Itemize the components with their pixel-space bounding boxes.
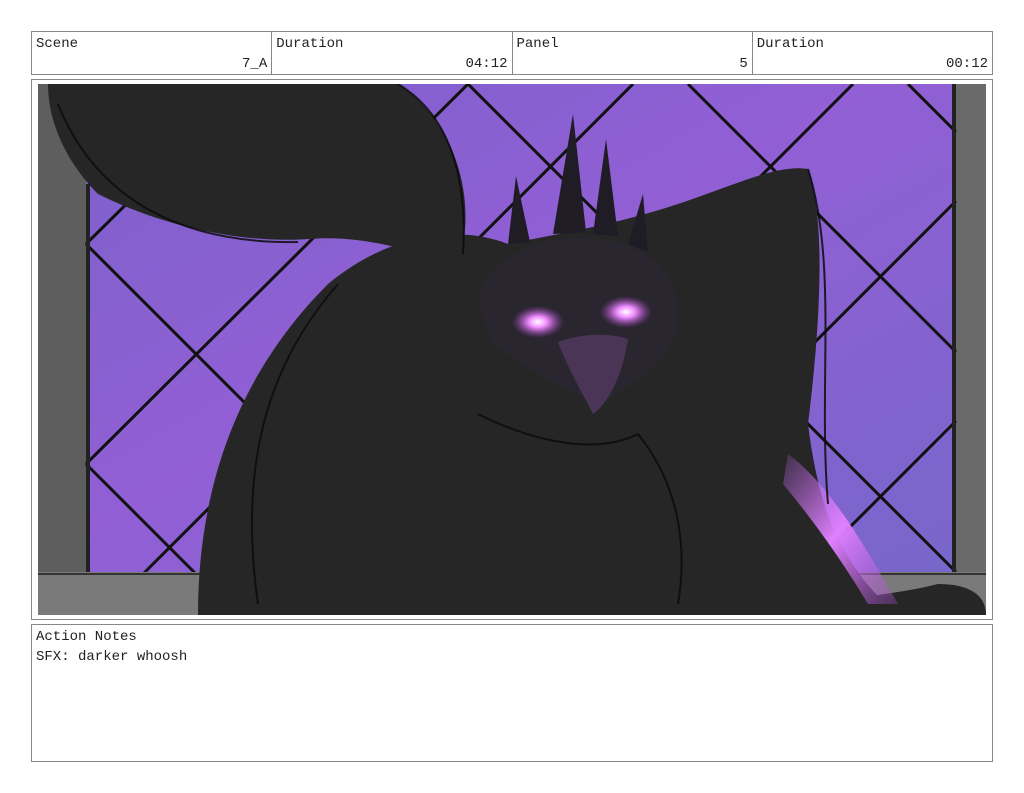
- panel-duration-value: 00:12: [945, 56, 988, 72]
- right-eye-glow: [600, 296, 652, 328]
- action-notes-text: SFX: darker whoosh: [36, 649, 188, 665]
- left-eye-glow: [512, 306, 564, 338]
- scene-label: Scene: [36, 36, 79, 52]
- storyboard-artwork: [38, 82, 986, 616]
- artwork-illustration: [38, 82, 986, 616]
- panel-value: 5: [739, 56, 748, 72]
- panel-duration-cell: Duration 00:12: [753, 32, 992, 74]
- duration-label: Duration: [276, 36, 344, 52]
- panel-duration-label: Duration: [756, 36, 824, 52]
- panel-cell: Panel 5: [513, 32, 753, 74]
- scene-cell: Scene 7_A: [32, 32, 273, 74]
- panel-label: Panel: [516, 36, 559, 52]
- scene-value: 7_A: [242, 56, 268, 72]
- duration-cell: Duration 04:12: [272, 32, 513, 74]
- action-notes-box: Action Notes SFX: darker whoosh: [31, 624, 993, 762]
- storyboard-header: Scene 7_A Duration 04:12 Panel 5 Duratio…: [31, 31, 993, 75]
- action-notes-label: Action Notes: [36, 629, 137, 645]
- duration-value: 04:12: [465, 56, 508, 72]
